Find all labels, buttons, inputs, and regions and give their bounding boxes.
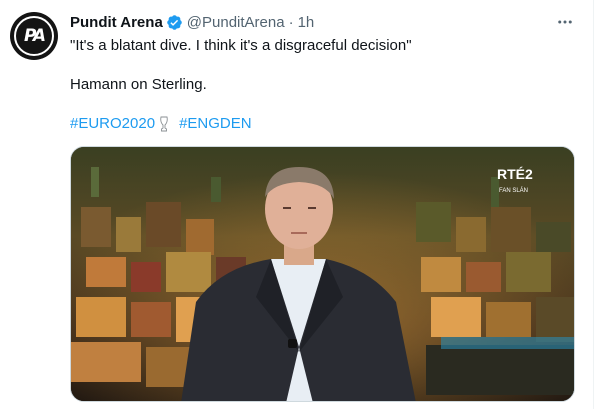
separator-dot: · <box>288 13 294 31</box>
hashtag-engden[interactable]: #ENGDEN <box>179 114 252 134</box>
tweet-text-line-1: "It's a blatant dive. I think it's a dis… <box>70 37 412 54</box>
broadcaster-logo: RTÉ2 FAN SLÁN <box>497 166 533 194</box>
broadcaster-logo-text: RTÉ2 <box>497 166 533 182</box>
verified-badge-icon <box>166 14 183 31</box>
tweet-text-line-2: Hamann on Sterling. <box>70 76 207 93</box>
tweet-header: Pundit Arena @PunditArena · 1h <box>70 12 314 32</box>
handle[interactable]: @PunditArena <box>187 14 285 31</box>
video-frame: RTÉ2 FAN SLÁN <box>71 147 574 401</box>
avatar-logo: PA <box>14 16 54 56</box>
trophy-emoji-icon <box>159 116 169 132</box>
studio-desk-light <box>441 337 574 349</box>
timestamp[interactable]: 1h <box>298 14 315 31</box>
tweet-card[interactable]: PA Pundit Arena @PunditArena · 1h "It's … <box>0 0 594 409</box>
display-name[interactable]: Pundit Arena <box>70 14 163 31</box>
avatar[interactable]: PA <box>10 12 58 60</box>
tweet-media[interactable]: RTÉ2 FAN SLÁN <box>70 146 575 402</box>
hashtag-row: #EURO2020 #ENGDEN <box>70 114 252 134</box>
more-options-icon[interactable] <box>555 12 575 32</box>
hashtag-euro2020[interactable]: #EURO2020 <box>70 114 155 134</box>
broadcaster-logo-sub: FAN SLÁN <box>499 187 528 194</box>
